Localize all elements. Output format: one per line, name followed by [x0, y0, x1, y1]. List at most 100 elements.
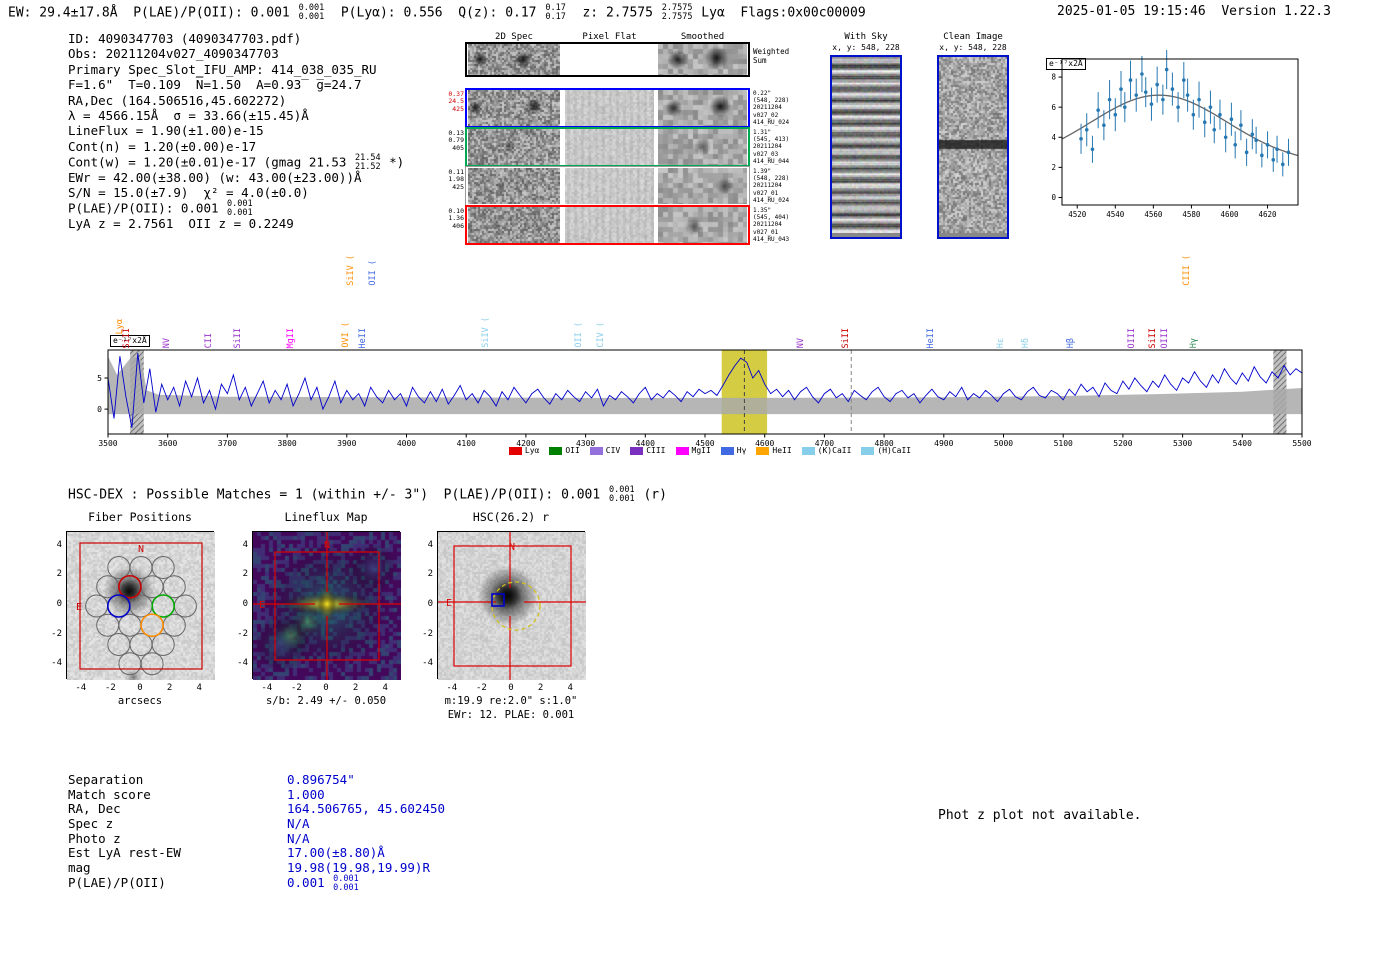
info-line: RA,Dec (164.506516,45.602272): [68, 93, 404, 108]
detection-info-block: ID: 4090347703 (4090347703.pdf)Obs: 2021…: [68, 31, 404, 231]
fiber-circle: [152, 633, 174, 655]
cutout-annotation-line: (545, 413): [753, 136, 815, 143]
info-line: Primary Spec_Slot_IFU_AMP: 414_038_035_R…: [68, 62, 404, 77]
emission-line-label: Hβ: [1066, 338, 1076, 348]
stacked-uncertainty: 2.75752.7575: [662, 4, 693, 22]
text-segment: Cont(n) = 1.20(±0.00)e-17: [68, 139, 256, 154]
x-tick-label: 4620: [1259, 210, 1278, 219]
panel-x-tick-label: -2: [472, 683, 490, 693]
match-table-value: N/A: [287, 831, 310, 846]
weighted-sum-line2: Sum: [753, 57, 789, 66]
hsc-match-table: Separation0.896754"Match score1.000RA, D…: [68, 772, 445, 890]
hsc-dex-match-line: HSC-DEX : Possible Matches = 1 (within +…: [68, 486, 667, 504]
stacked-lo-value: 0.001: [299, 13, 325, 22]
east-label: E: [76, 602, 82, 613]
text-segment: 0.001: [287, 875, 332, 890]
data-point: [1079, 137, 1083, 141]
spectrum-line: [108, 353, 1302, 428]
cutout-row-annotations: 0.22"(548, 228)20211204v027_02414_RU_024: [753, 90, 815, 126]
data-point: [1140, 72, 1144, 76]
x-tick-label: 4400: [636, 439, 655, 448]
hsc-caption-1: m:19.9 re:2.0" s:1.0": [437, 695, 585, 707]
panel-y-tick-label: -2: [413, 629, 433, 639]
cutout-metric-line: 425: [436, 184, 464, 191]
match-table-row: RA, Dec164.506765, 45.602450: [68, 801, 445, 816]
info-line: λ = 4566.15Å σ = 33.66(±15.45)Å: [68, 108, 404, 123]
panel-x-tick-label: -4: [72, 683, 90, 693]
emission-line-label: NV: [162, 338, 172, 348]
stacked-lo-value: 0.17: [545, 13, 565, 22]
data-point: [1108, 98, 1112, 102]
data-point: [1161, 98, 1165, 102]
emission-line-label: MgII: [286, 328, 296, 348]
emission-line-label: SiII: [122, 328, 132, 348]
data-point: [1134, 93, 1138, 97]
emission-line-label: Hδ: [1021, 338, 1031, 348]
gaussian-fit-curve: [1062, 95, 1298, 155]
data-point: [1186, 93, 1190, 97]
cutout-metric-line: 425: [436, 106, 464, 113]
cutout-row-metrics: 0.111.98425: [436, 169, 464, 191]
emission-line-label: SiII: [1148, 328, 1158, 348]
data-point: [1224, 135, 1228, 139]
emission-line-label: SiIV (: [481, 317, 491, 348]
match-table-label: P(LAE)/P(OII): [68, 875, 287, 890]
stacked-uncertainty: 0.0010.001: [299, 4, 325, 22]
info-line: Cont(n) = 1.20(±0.00)e-17: [68, 139, 404, 154]
cutout-annotation-line: 414_RU_044: [753, 158, 815, 165]
data-point: [1182, 78, 1186, 82]
x-tick-label: 4100: [457, 439, 476, 448]
emission-line-label: HeII: [358, 328, 368, 348]
smoothed-cutout-row3: [658, 129, 747, 165]
column-header-smoothed: Smoothed: [658, 32, 747, 42]
text-segment: LineFlux = 1.90(±1.00)e-15: [68, 123, 264, 138]
data-point: [1251, 132, 1255, 136]
panel-y-tick-label: 2: [228, 569, 248, 579]
panel-y-tick-label: 2: [413, 569, 433, 579]
emission-line-label: CIII (: [1182, 255, 1192, 286]
panel-y-tick-label: 4: [42, 540, 62, 550]
spec2d-cutout-row1: [468, 44, 560, 75]
smoothed-cutout-row5: [658, 207, 747, 243]
spec2d-cutout-row5: [468, 207, 560, 243]
north-label: N: [509, 542, 515, 553]
text-segment: Lyα Flags:0x00c00009: [693, 6, 865, 21]
x-tick-label: 3800: [277, 439, 296, 448]
x-tick-label: 4800: [874, 439, 893, 448]
match-table-value: 19.98(19.98,19.99)R: [287, 860, 430, 875]
cutout-row-annotations: 1.35"(545, 404)20211204v027_01414_RU_043: [753, 207, 815, 243]
info-line: LineFlux = 1.90(±1.00)e-15: [68, 123, 404, 138]
data-point: [1119, 87, 1123, 91]
emission-line-label: OVI (: [341, 322, 351, 348]
cutout-annotation-line: 20211204: [753, 221, 815, 228]
match-table-row: Spec zN/A: [68, 816, 445, 831]
data-point: [1150, 102, 1154, 106]
hsc-caption-2: EWr: 12. PLAE: 0.001: [437, 709, 585, 721]
cutout-row-metrics: 0.3724.5425: [436, 91, 464, 113]
emission-line-label: OIII: [1160, 328, 1170, 348]
x-tick-label: 4600: [755, 439, 774, 448]
data-point: [1197, 98, 1201, 102]
flat-cutout-row1: [565, 44, 654, 75]
extraction-region-box: [454, 546, 571, 666]
fiber-circle: [141, 653, 163, 675]
stacked-uncertainty: 0.170.17: [545, 4, 565, 22]
x-tick-label: 3500: [98, 439, 117, 448]
cutout-annotation-line: (548, 228): [753, 97, 815, 104]
clean-image-canvas: [939, 57, 1007, 233]
text-segment: P(LAE)/P(OII): 0.001: [68, 201, 226, 216]
lineflux-overlay: NE: [253, 532, 401, 680]
hsc-overlay: NE: [438, 532, 586, 680]
cutout-annotation-line: (548, 228): [753, 175, 815, 182]
emission-line-label: CIV (: [596, 322, 606, 348]
panel-y-tick-label: 0: [413, 599, 433, 609]
x-tick-label: 3600: [158, 439, 177, 448]
text-segment: ID: 4090347703 (4090347703.pdf): [68, 31, 301, 46]
panel-x-tick-label: 2: [347, 683, 365, 693]
photz-unavailable-note: Phot z plot not available.: [938, 808, 1142, 823]
x-tick-label: 4900: [934, 439, 953, 448]
cutout-annotation-line: 1.39": [753, 168, 815, 175]
data-point: [1203, 120, 1207, 124]
stacked-lo-value: 0.001: [333, 884, 359, 893]
text-segment: 17.00(±8.80)Å: [287, 845, 385, 860]
